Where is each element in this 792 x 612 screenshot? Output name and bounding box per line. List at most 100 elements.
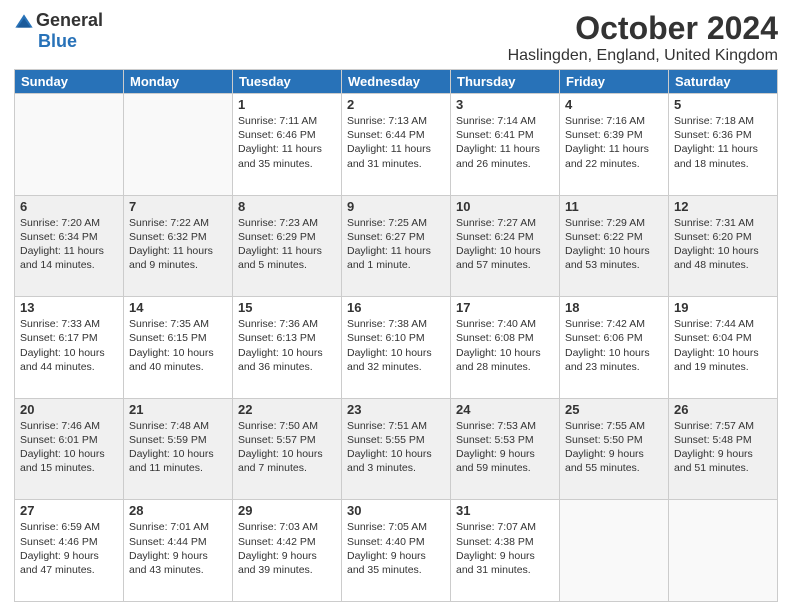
calendar-week-2: 6Sunrise: 7:20 AM Sunset: 6:34 PM Daylig… xyxy=(15,195,778,297)
day-info: Sunrise: 7:23 AM Sunset: 6:29 PM Dayligh… xyxy=(238,216,336,273)
header-sunday: Sunday xyxy=(15,70,124,94)
calendar-cell: 15 Sunrise: 7:36 AM Sunset: 6:13 PM Dayli… xyxy=(233,297,342,399)
calendar-cell: 7 Sunrise: 7:22 AM Sunset: 6:32 PM Daylig… xyxy=(124,195,233,297)
calendar-cell: 2Sunrise: 7:13 AM Sunset: 6:44 PM Daylig… xyxy=(342,94,451,196)
day-number: 30 xyxy=(347,503,445,518)
day-info: Sunrise: 7:27 AM Sunset: 6:24 PM Dayligh… xyxy=(456,216,554,273)
logo-blue: Blue xyxy=(38,31,77,51)
calendar-cell xyxy=(669,500,778,602)
day-info: Sunrise: 7:44 AM Sunset: 6:04 PM Dayligh… xyxy=(674,317,772,374)
calendar-cell: 11 Sunrise: 7:29 AM Sunset: 6:22 PM Dayli… xyxy=(560,195,669,297)
day-info: Sunrise: 7:03 AM Sunset: 4:42 PM Dayligh… xyxy=(238,520,336,577)
calendar-cell: 8 Sunrise: 7:23 AM Sunset: 6:29 PM Daylig… xyxy=(233,195,342,297)
day-info: Sunrise: 7:20 AM Sunset: 6:34 PM Dayligh… xyxy=(20,216,118,273)
day-number: 17 xyxy=(456,300,554,315)
header: General Blue October 2024 Haslingden, En… xyxy=(14,10,778,65)
day-number: 19 xyxy=(674,300,772,315)
calendar-cell: 24Sunrise: 7:53 AM Sunset: 5:53 PM Dayli… xyxy=(451,398,560,500)
day-info: Sunrise: 7:31 AM Sunset: 6:20 PM Dayligh… xyxy=(674,216,772,273)
header-tuesday: Tuesday xyxy=(233,70,342,94)
day-info: Sunrise: 7:40 AM Sunset: 6:08 PM Dayligh… xyxy=(456,317,554,374)
calendar-week-3: 13 Sunrise: 7:33 AM Sunset: 6:17 PM Dayli… xyxy=(15,297,778,399)
day-info: Sunrise: 7:29 AM Sunset: 6:22 PM Dayligh… xyxy=(565,216,663,273)
calendar-week-5: 27 Sunrise: 6:59 AM Sunset: 4:46 PM Dayli… xyxy=(15,500,778,602)
day-number: 8 xyxy=(238,199,336,214)
logo: General Blue xyxy=(14,10,103,52)
calendar-cell: 3 Sunrise: 7:14 AM Sunset: 6:41 PM Daylig… xyxy=(451,94,560,196)
day-number: 10 xyxy=(456,199,554,214)
day-number: 2 xyxy=(347,97,445,112)
calendar-cell: 26Sunrise: 7:57 AM Sunset: 5:48 PM Dayli… xyxy=(669,398,778,500)
calendar-cell: 6Sunrise: 7:20 AM Sunset: 6:34 PM Daylig… xyxy=(15,195,124,297)
day-number: 1 xyxy=(238,97,336,112)
calendar-cell: 16 Sunrise: 7:38 AM Sunset: 6:10 PM Dayli… xyxy=(342,297,451,399)
day-number: 3 xyxy=(456,97,554,112)
day-number: 7 xyxy=(129,199,227,214)
calendar-cell: 5 Sunrise: 7:18 AM Sunset: 6:36 PM Daylig… xyxy=(669,94,778,196)
day-info: Sunrise: 7:25 AM Sunset: 6:27 PM Dayligh… xyxy=(347,216,445,273)
day-info: Sunrise: 7:57 AM Sunset: 5:48 PM Dayligh… xyxy=(674,419,772,476)
day-info: Sunrise: 7:50 AM Sunset: 5:57 PM Dayligh… xyxy=(238,419,336,476)
day-number: 12 xyxy=(674,199,772,214)
day-number: 15 xyxy=(238,300,336,315)
calendar-cell: 29 Sunrise: 7:03 AM Sunset: 4:42 PM Dayli… xyxy=(233,500,342,602)
day-number: 11 xyxy=(565,199,663,214)
calendar-cell: 28 Sunrise: 7:01 AM Sunset: 4:44 PM Dayli… xyxy=(124,500,233,602)
logo-icon xyxy=(14,13,34,29)
calendar-cell: 23Sunrise: 7:51 AM Sunset: 5:55 PM Dayli… xyxy=(342,398,451,500)
day-number: 5 xyxy=(674,97,772,112)
day-info: Sunrise: 7:35 AM Sunset: 6:15 PM Dayligh… xyxy=(129,317,227,374)
day-info: Sunrise: 7:18 AM Sunset: 6:36 PM Dayligh… xyxy=(674,114,772,171)
day-number: 4 xyxy=(565,97,663,112)
calendar-cell: 13 Sunrise: 7:33 AM Sunset: 6:17 PM Dayli… xyxy=(15,297,124,399)
day-number: 21 xyxy=(129,402,227,417)
header-monday: Monday xyxy=(124,70,233,94)
day-info: Sunrise: 7:11 AM Sunset: 6:46 PM Dayligh… xyxy=(238,114,336,171)
calendar-cell: 25 Sunrise: 7:55 AM Sunset: 5:50 PM Dayli… xyxy=(560,398,669,500)
day-info: Sunrise: 7:33 AM Sunset: 6:17 PM Dayligh… xyxy=(20,317,118,374)
day-info: Sunrise: 7:07 AM Sunset: 4:38 PM Dayligh… xyxy=(456,520,554,577)
calendar-week-4: 20 Sunrise: 7:46 AM Sunset: 6:01 PM Dayli… xyxy=(15,398,778,500)
calendar-cell xyxy=(560,500,669,602)
subtitle: Haslingden, England, United Kingdom xyxy=(508,47,778,65)
calendar-cell: 4Sunrise: 7:16 AM Sunset: 6:39 PM Daylig… xyxy=(560,94,669,196)
day-number: 29 xyxy=(238,503,336,518)
main-title: October 2024 xyxy=(508,10,778,47)
day-info: Sunrise: 7:53 AM Sunset: 5:53 PM Dayligh… xyxy=(456,419,554,476)
day-number: 31 xyxy=(456,503,554,518)
day-info: Sunrise: 7:55 AM Sunset: 5:50 PM Dayligh… xyxy=(565,419,663,476)
day-number: 28 xyxy=(129,503,227,518)
header-thursday: Thursday xyxy=(451,70,560,94)
day-number: 27 xyxy=(20,503,118,518)
day-info: Sunrise: 6:59 AM Sunset: 4:46 PM Dayligh… xyxy=(20,520,118,577)
logo-general: General xyxy=(36,10,103,31)
day-info: Sunrise: 7:38 AM Sunset: 6:10 PM Dayligh… xyxy=(347,317,445,374)
title-block: October 2024 Haslingden, England, United… xyxy=(508,10,778,65)
day-number: 22 xyxy=(238,402,336,417)
day-info: Sunrise: 7:51 AM Sunset: 5:55 PM Dayligh… xyxy=(347,419,445,476)
day-info: Sunrise: 7:01 AM Sunset: 4:44 PM Dayligh… xyxy=(129,520,227,577)
day-info: Sunrise: 7:22 AM Sunset: 6:32 PM Dayligh… xyxy=(129,216,227,273)
day-number: 25 xyxy=(565,402,663,417)
calendar-cell: 21 Sunrise: 7:48 AM Sunset: 5:59 PM Dayli… xyxy=(124,398,233,500)
calendar-cell: 12 Sunrise: 7:31 AM Sunset: 6:20 PM Dayli… xyxy=(669,195,778,297)
calendar-cell: 9Sunrise: 7:25 AM Sunset: 6:27 PM Daylig… xyxy=(342,195,451,297)
day-number: 20 xyxy=(20,402,118,417)
day-info: Sunrise: 7:46 AM Sunset: 6:01 PM Dayligh… xyxy=(20,419,118,476)
day-info: Sunrise: 7:14 AM Sunset: 6:41 PM Dayligh… xyxy=(456,114,554,171)
calendar-cell: 31 Sunrise: 7:07 AM Sunset: 4:38 PM Dayli… xyxy=(451,500,560,602)
day-info: Sunrise: 7:42 AM Sunset: 6:06 PM Dayligh… xyxy=(565,317,663,374)
day-number: 13 xyxy=(20,300,118,315)
day-number: 16 xyxy=(347,300,445,315)
day-header-row: Sunday Monday Tuesday Wednesday Thursday… xyxy=(15,70,778,94)
calendar-cell: 17 Sunrise: 7:40 AM Sunset: 6:08 PM Dayli… xyxy=(451,297,560,399)
calendar-cell: 27 Sunrise: 6:59 AM Sunset: 4:46 PM Dayli… xyxy=(15,500,124,602)
day-info: Sunrise: 7:48 AM Sunset: 5:59 PM Dayligh… xyxy=(129,419,227,476)
calendar-cell: 14 Sunrise: 7:35 AM Sunset: 6:15 PM Dayli… xyxy=(124,297,233,399)
day-number: 14 xyxy=(129,300,227,315)
calendar-cell: 22 Sunrise: 7:50 AM Sunset: 5:57 PM Dayli… xyxy=(233,398,342,500)
header-friday: Friday xyxy=(560,70,669,94)
day-number: 18 xyxy=(565,300,663,315)
header-wednesday: Wednesday xyxy=(342,70,451,94)
day-info: Sunrise: 7:36 AM Sunset: 6:13 PM Dayligh… xyxy=(238,317,336,374)
